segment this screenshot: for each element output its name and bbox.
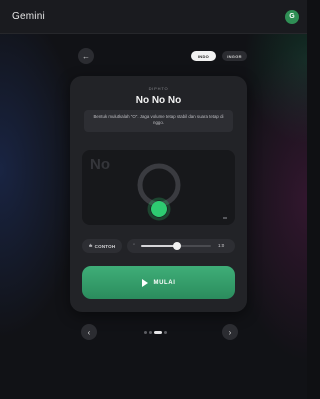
language-option-indo[interactable]: INDO [191, 51, 216, 61]
volume-icon: ◦ [133, 242, 136, 248]
arrow-left-icon: ← [82, 51, 90, 61]
exercise-card: DIPHTO No No No Bentuk mulutkalah "O". J… [70, 76, 247, 312]
page-dot[interactable] [164, 330, 167, 334]
exercise-category: DIPHTO [148, 86, 169, 91]
exercise-title: No No No [135, 95, 182, 106]
page-dot[interactable] [144, 330, 147, 334]
slider-track[interactable] [141, 242, 211, 250]
volume-value: 1:0 [218, 243, 225, 248]
app-title: Gemini [12, 11, 45, 22]
volume-slider[interactable]: ◦ 1:0 [127, 239, 235, 253]
slider-thumb[interactable] [173, 242, 181, 250]
waveform-icon: ≐ [88, 243, 93, 248]
example-button-label: CONTOH [94, 243, 116, 249]
avatar[interactable]: G [285, 9, 299, 24]
page-dot[interactable] [154, 330, 162, 334]
next-button[interactable]: › [222, 324, 238, 340]
language-option-inggr[interactable]: INGGR [222, 51, 247, 61]
start-button-label: MULAI [153, 279, 176, 286]
chevron-left-icon: ‹ [87, 327, 91, 337]
instruction-text: Bentuk mulutkalah "O". Jaga volume tetap… [84, 110, 233, 132]
page-indicator [144, 330, 167, 334]
slider-fill [141, 245, 177, 247]
pitch-dot [151, 201, 167, 217]
previous-button[interactable]: ‹ [81, 324, 97, 340]
pitch-ring [137, 163, 181, 221]
page-dot[interactable] [149, 330, 152, 334]
play-icon [141, 278, 148, 287]
app-header: Gemini G [0, 0, 307, 34]
visualizer-canvas: No [82, 150, 235, 225]
example-button[interactable]: ≐ CONTOH [82, 239, 122, 253]
control-row: ≐ CONTOH ◦ 1:0 [82, 239, 235, 253]
start-button[interactable]: MULAI [82, 266, 235, 299]
chevron-right-icon: › [228, 327, 232, 337]
corner-marker [223, 217, 227, 219]
back-button[interactable]: ← [78, 48, 94, 64]
